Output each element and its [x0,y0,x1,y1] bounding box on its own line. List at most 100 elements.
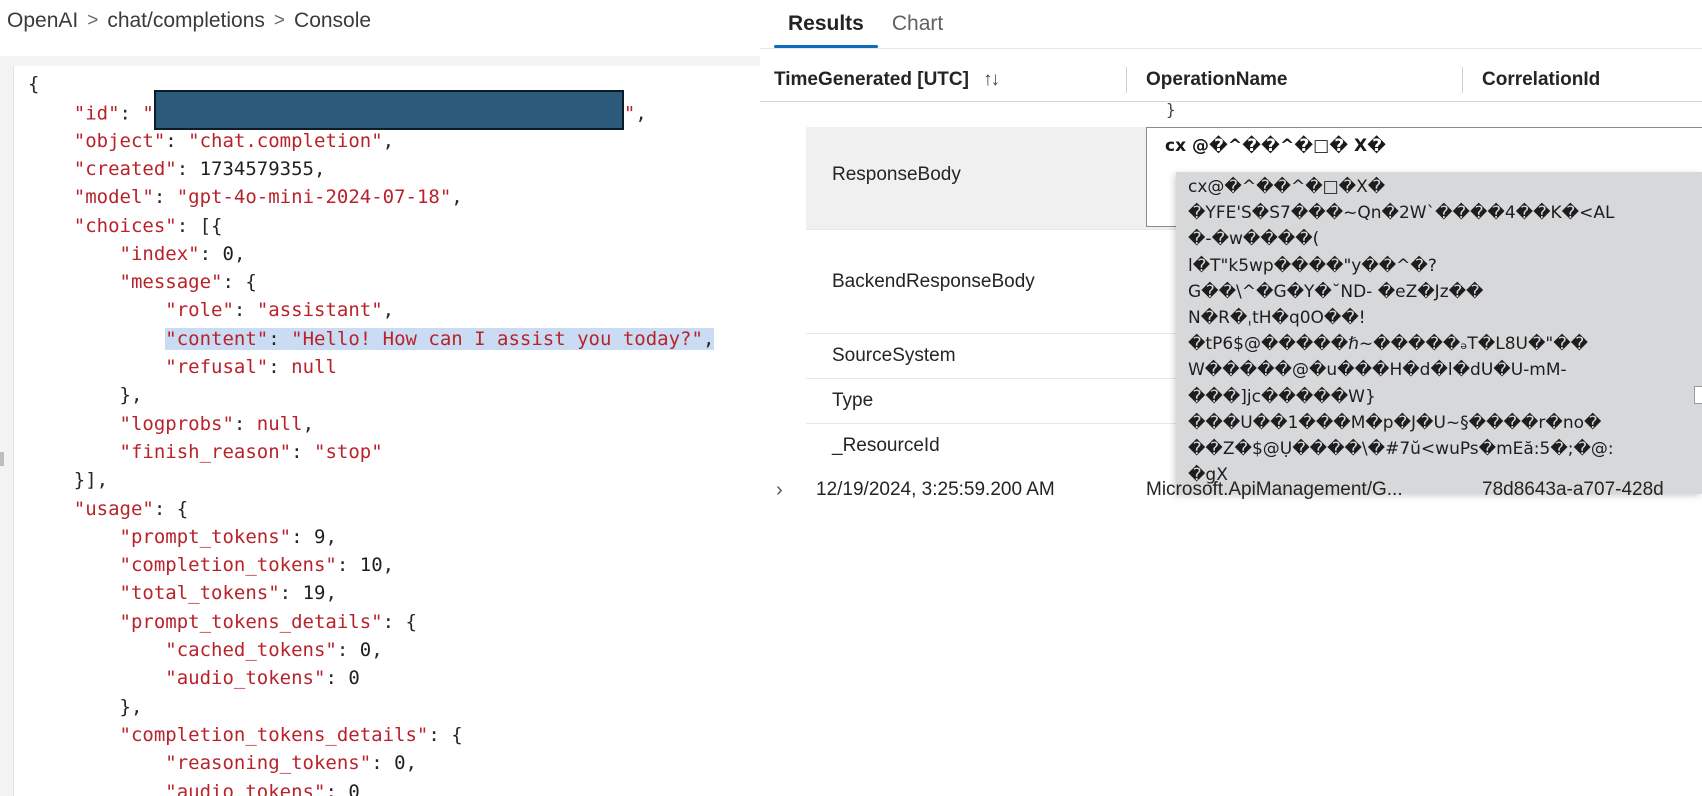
json-punct: { [28,73,40,95]
text-selection-highlight[interactable]: "content": "Hello! How can I assist you … [165,327,715,350]
code-line: "role": "assistant", [28,296,394,324]
tooltip-line: ���U��1���M�p�J�U~§����r�no� [1188,412,1602,433]
code-line: "id": " ", [28,90,647,131]
column-header-operationname[interactable]: OperationName [1146,58,1287,102]
json-punct: : [336,639,360,661]
json-punct: : { [382,610,417,633]
json-number: 0 [348,667,360,690]
resize-handle[interactable] [0,452,4,466]
json-key: "cached_tokens" [165,639,337,661]
breadcrumb-item-chat-completions[interactable]: chat/completions [107,9,265,33]
json-punct: : [336,554,360,577]
detail-row-label: Type [832,390,874,411]
code-line: "total_tokens": 19, [28,579,337,607]
json-key: "object" [73,129,166,152]
json-punct [28,752,165,774]
json-key: "logprobs" [119,412,234,435]
code-line: "prompt_tokens": 9, [28,523,337,551]
json-key: "audio_tokens" [165,780,326,796]
json-punct [28,611,120,633]
result-tabs: Results Chart [774,0,957,48]
json-punct: }], [28,469,109,492]
code-line: "usage": { [28,495,188,523]
json-punct: : [279,582,303,605]
json-literal: null [291,356,337,378]
json-punct [28,554,120,576]
json-punct: , [382,129,395,152]
json-punct [28,103,74,125]
breadcrumb: OpenAI > chat/completions > Console [7,6,371,36]
json-number: 9 [314,525,326,548]
json-key: "choices" [73,214,177,237]
column-separator[interactable] [1126,67,1127,93]
json-punct: , [382,554,395,577]
column-header-correlationid[interactable]: CorrelationId [1482,58,1600,102]
json-punct [28,724,120,746]
tab-chart[interactable]: Chart [878,0,957,48]
json-punct [28,130,74,152]
json-number: 0 [348,780,360,796]
json-punct: : { [222,271,257,294]
json-punct [28,271,120,293]
breadcrumb-item-openai[interactable]: OpenAI [7,9,78,33]
json-string: " [623,102,636,125]
json-key: "created" [73,157,177,180]
json-punct [28,781,165,796]
json-punct: , [314,157,326,180]
tooltip-line: �-�w����( [1188,229,1320,250]
json-response-viewer[interactable]: { "id": " ", "object": "chat.completion",… [14,66,760,796]
json-key: "id" [73,102,120,125]
responsebody-cell-text: cx @�^��^�□� X� [1165,136,1387,156]
json-key: "message" [119,271,223,294]
code-line: }], [28,466,108,494]
json-string: "gpt-4o-mini-2024-07-18" [176,186,452,209]
cell-value-tooltip: cx@�^��^�□�X� �YFE'S�S7���~Qn�2W`����4��K… [1176,172,1702,494]
json-key: "total_tokens" [119,582,280,605]
column-header-timegenerated[interactable]: TimeGenerated [UTC] ↑↓ [774,58,1000,102]
json-punct [28,328,165,350]
json-punct [28,243,120,265]
json-key: "finish_reason" [119,440,292,463]
json-punct [28,356,165,378]
sort-icon[interactable]: ↑↓ [983,69,1000,90]
table-row[interactable]: › 12/19/2024, 3:25:59.200 AM Microsoft.A… [760,472,1702,508]
tab-results[interactable]: Results [774,0,878,48]
json-punct: , [451,186,463,209]
json-punct [28,526,120,548]
json-key: "prompt_tokens" [119,525,292,548]
json-punct: : [291,525,314,548]
scrollbar-thumb[interactable] [1694,386,1702,404]
tooltip-line: �YFE'S�S7���~Qn�2W`����4��K�<AL [1188,203,1615,224]
breadcrumb-separator: > [273,10,286,31]
json-punct [28,299,165,321]
json-punct [28,582,120,604]
code-line: "refusal": null [28,353,337,381]
cell-correlationid: 78d8643a-a707-428d [1482,479,1664,500]
json-string: "assistant" [256,299,383,322]
json-punct: : [325,667,349,690]
code-line: "logprobs": null, [28,410,315,438]
code-line: { [28,70,39,98]
json-punct [28,413,120,435]
redacted-id-block [153,90,624,131]
json-number: 0 [394,752,406,775]
tooltip-line: N�R�ˌtH�q0O��! [1188,308,1366,328]
code-line: "completion_tokens_details": { [28,721,463,749]
detail-row-label: _ResourceId [832,435,940,456]
chevron-right-icon[interactable]: › [776,472,783,508]
json-string: "stop" [314,440,383,463]
column-separator[interactable] [1462,67,1463,93]
json-punct: , [371,639,383,661]
json-punct: : [199,242,223,265]
code-line: }, [28,693,143,721]
code-line: "choices": [{ [28,212,223,240]
json-key: "index" [119,242,200,265]
json-punct: , [635,102,647,125]
tooltip-line: W�����@�u���H�d�l�dU�U-mM- [1188,360,1567,381]
results-pane: Results Chart TimeGenerated [UTC] ↑↓ Oper… [760,0,1702,796]
json-punct [28,639,165,661]
code-line: "object": "chat.completion", [28,127,394,155]
breadcrumb-item-console[interactable]: Console [294,9,371,33]
detail-row-label: BackendResponseBody [832,271,1035,292]
tooltip-line: ���]jc�����W} [1188,386,1376,407]
